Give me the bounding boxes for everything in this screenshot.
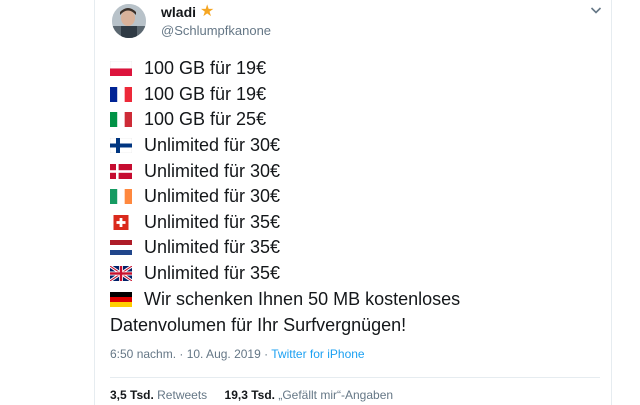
france-flag-icon [110,86,132,102]
tweet-line-text: Unlimited für 30€ [144,135,281,156]
uk-flag-icon [110,266,132,282]
retweets-label: Retweets [157,388,208,402]
avatar-image [112,4,146,38]
tweet-line-text: Wir schenken Ihnen 50 MB kostenloses [144,288,461,309]
tweet-line-text: 100 GB für 19€ [144,58,267,79]
tweet-line-text: Unlimited für 35€ [144,211,281,232]
tweet-line-text: Unlimited für 35€ [144,237,281,258]
tweet-line-text: 100 GB für 25€ [144,109,267,130]
divider [110,377,600,378]
tweet-line: 100 GB für 25€ [110,107,610,133]
tweet-source-link[interactable]: Twitter for iPhone [271,347,364,361]
tweet-stats: 3,5 Tsd. Retweets 19,3 Tsd. „Gefällt mir… [110,388,407,402]
tweet-line: Unlimited für 35€ [110,210,610,236]
card-left-border [94,0,95,405]
tweet-line: Unlimited für 30€ [110,158,610,184]
tweet-line: 100 GB für 19€ [110,56,610,82]
tweet-line: Wir schenken Ihnen 50 MB kostenloses [110,286,610,312]
ireland-flag-icon [110,189,132,205]
retweets-stat[interactable]: 3,5 Tsd. Retweets [110,388,207,402]
tweet-line-text: Unlimited für 30€ [144,186,281,207]
finland-flag-icon [110,138,132,154]
poland-flag-icon [110,61,132,77]
likes-count: 19,3 Tsd. [224,388,275,402]
tweet-line: Unlimited für 30€ [110,133,610,159]
tweet-line: Unlimited für 35€ [110,261,610,287]
avatar[interactable] [112,4,146,38]
denmark-flag-icon [110,163,132,179]
likes-stat[interactable]: 19,3 Tsd. „Gefällt mir“-Angaben [225,388,394,402]
author-name-row: wladi ★ [161,3,215,21]
tweet-line: 100 GB für 19€ [110,82,610,108]
star-icon: ★ [200,3,215,20]
switzerland-flag-icon [110,214,132,230]
author-display-name[interactable]: wladi [161,4,196,20]
germany-flag-icon [110,291,132,307]
netherlands-flag-icon [110,240,132,256]
author-handle[interactable]: @Schlumpfkanone [161,23,271,38]
tweet-meta: 6:50 nachm. · 10. Aug. 2019 · Twitter fo… [110,347,365,361]
tweet-text: 100 GB für 19€ 100 GB für 19€ 100 GB für… [110,56,610,338]
tweet-line-text: 100 GB für 19€ [144,83,267,104]
retweets-count: 3,5 Tsd. [110,388,154,402]
likes-label: „Gefällt mir“-Angaben [278,388,394,402]
tweet-line-continuation: Datenvolumen für Ihr Surfvergnügen! [110,314,407,335]
tweet-timestamp[interactable]: 6:50 nachm. · 10. Aug. 2019 · [110,347,271,361]
tweet-line-text: Unlimited für 30€ [144,160,281,181]
chevron-down-icon[interactable] [590,4,602,16]
italy-flag-icon [110,112,132,128]
tweet-card: wladi ★ @Schlumpfkanone 100 GB für 19€ 1… [0,0,640,405]
tweet-line: Unlimited für 35€ [110,235,610,261]
card-right-border [611,0,612,405]
tweet-line: Unlimited für 30€ [110,184,610,210]
tweet-line-text: Unlimited für 35€ [144,263,281,284]
